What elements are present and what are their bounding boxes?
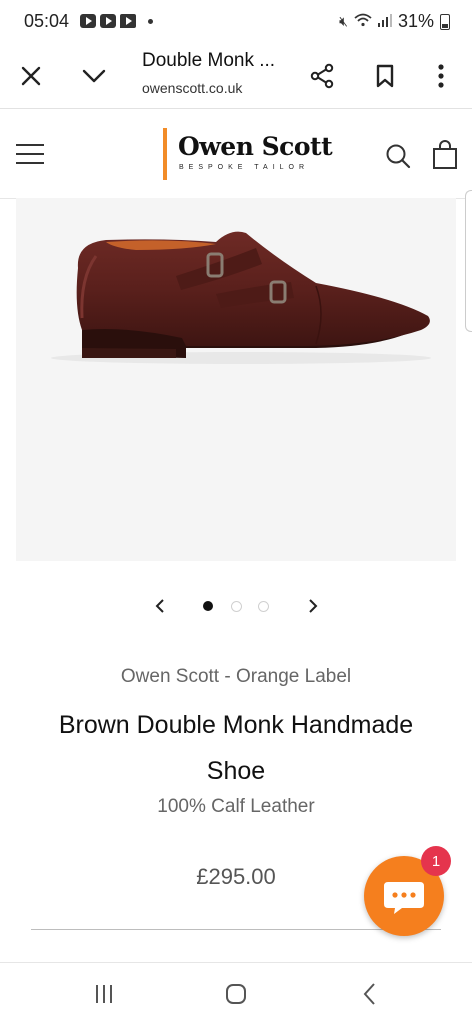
logo-accent-bar [163,128,167,180]
carousel-dot-2[interactable] [231,601,242,612]
bookmark-button[interactable] [367,58,403,94]
close-tab-button[interactable] [13,58,49,94]
youtube-icon [80,14,96,28]
status-bar: 05:04 🔇︎ 31% [0,0,472,44]
next-image-button[interactable] [301,594,325,618]
youtube-icon [100,14,116,28]
scroll-indicator[interactable] [465,190,472,332]
search-icon [386,144,411,169]
home-icon [226,984,246,1004]
chevron-down-icon [82,69,106,83]
logo-tagline: BESPOKE TAILOR [179,164,310,171]
menu-button[interactable] [16,144,44,166]
cart-button[interactable] [432,140,458,175]
product-title: Brown Double Monk Handmade Shoe [58,711,414,785]
product-vendor[interactable]: Owen Scott - Orange Label [0,666,472,688]
notification-icons [80,14,153,28]
battery-percent: 31% [397,11,434,31]
image-carousel-controls [0,592,472,620]
bookmark-icon [376,64,394,88]
site-logo[interactable]: Owen Scott BESPOKE TAILOR [163,128,333,180]
more-notifications-dot [148,18,153,24]
close-icon [21,66,41,86]
carousel-dot-3[interactable] [258,601,269,612]
page-title: Double Monk ... [142,50,276,71]
share-icon [310,63,334,89]
browser-toolbar: Double Monk ... owenscott.co.uk [0,44,472,109]
back-icon [363,983,375,1005]
search-button[interactable] [384,142,412,175]
menu-icon-line [16,153,44,155]
carousel-dot-1[interactable] [203,601,213,611]
status-time: 05:04 [24,11,70,31]
more-vert-icon [438,64,444,88]
signal-icon [377,13,392,30]
recents-icon [96,985,112,1003]
back-button[interactable] [350,977,390,1011]
menu-icon-line [16,162,44,164]
minimize-tab-button[interactable] [76,58,112,94]
recent-apps-button[interactable] [84,977,124,1011]
more-options-button[interactable] [423,58,459,94]
previous-image-button[interactable] [148,594,172,618]
page-url[interactable]: owenscott.co.uk [142,80,242,96]
menu-icon-line [16,144,44,146]
logo-name: Owen Scott [178,132,333,161]
product-material: 100% Calf Leather [157,796,315,817]
brown-monk-shoe-image [51,231,431,364]
mute-icon: 🔇︎ [339,13,348,29]
wifi-icon [354,13,372,30]
product-image[interactable] [16,198,456,561]
status-indicators: 🔇︎ 31% [339,11,450,32]
twitch-icon [120,14,136,28]
battery-icon [440,13,450,30]
share-button[interactable] [304,58,340,94]
shopping-bag-icon [433,140,457,169]
chat-notification-badge: 1 [421,846,451,876]
chevron-right-icon [309,599,318,613]
system-navigation-bar [0,962,472,1025]
chevron-left-icon [155,599,164,613]
home-button[interactable] [216,977,256,1011]
